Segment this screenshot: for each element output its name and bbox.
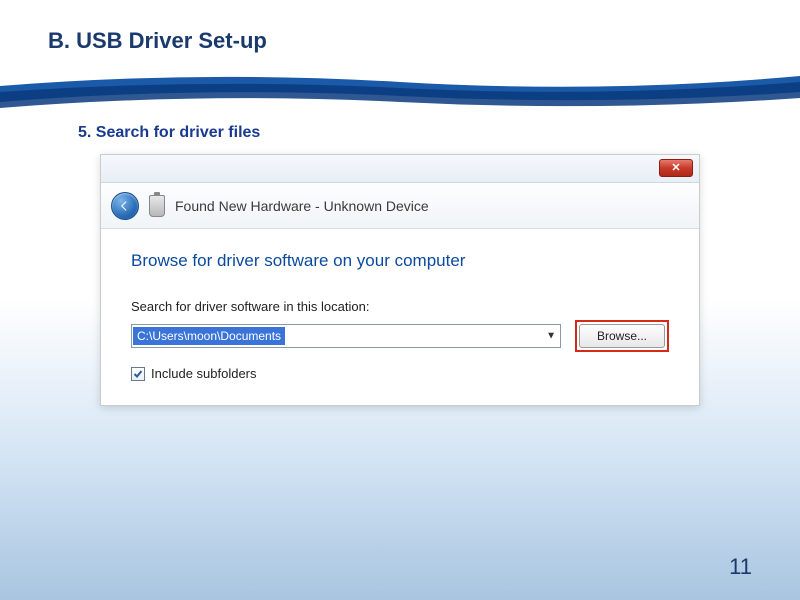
browse-button-highlight: Browse... (575, 320, 669, 352)
page-number: 11 (729, 554, 752, 580)
close-icon: ✕ (671, 163, 680, 174)
window-header: Found New Hardware - Unknown Device (101, 183, 699, 229)
wave-decoration (0, 68, 800, 118)
search-location-label: Search for driver software in this locat… (131, 299, 669, 314)
back-button[interactable] (111, 192, 139, 220)
step-title: 5. Search for driver files (78, 124, 800, 142)
window-title: Found New Hardware - Unknown Device (175, 198, 429, 214)
close-button[interactable]: ✕ (659, 159, 693, 177)
include-subfolders-row: Include subfolders (131, 366, 669, 381)
chevron-down-icon[interactable]: ▼ (546, 331, 556, 342)
browse-button[interactable]: Browse... (579, 324, 665, 348)
path-value: C:\Users\moon\Documents (133, 327, 285, 345)
device-icon (149, 195, 165, 217)
path-row: C:\Users\moon\Documents ▼ Browse... (131, 320, 669, 352)
arrow-left-icon (119, 200, 131, 212)
dialog-window: ✕ Found New Hardware - Unknown Device Br… (100, 154, 700, 406)
include-subfolders-checkbox[interactable] (131, 367, 145, 381)
content-area: Browse for driver software on your compu… (101, 229, 699, 405)
path-combobox[interactable]: C:\Users\moon\Documents ▼ (131, 324, 561, 348)
check-icon (133, 369, 143, 379)
include-subfolders-label: Include subfolders (151, 366, 257, 381)
titlebar: ✕ (101, 155, 699, 183)
browse-heading: Browse for driver software on your compu… (131, 251, 669, 271)
slide-title: B. USB Driver Set-up (0, 0, 800, 54)
